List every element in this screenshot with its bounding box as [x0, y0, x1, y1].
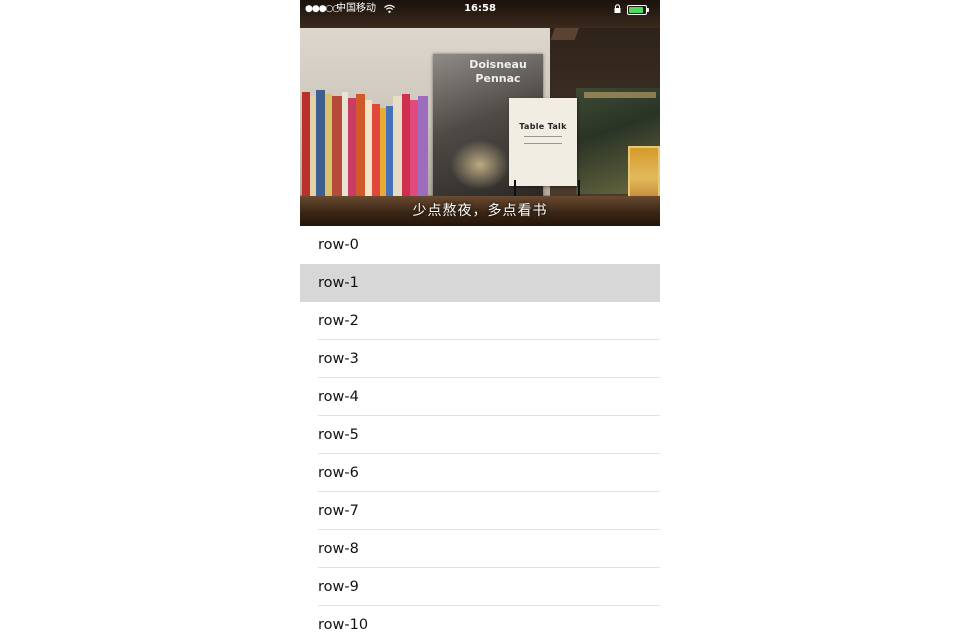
book-title: Table Talk — [519, 122, 567, 131]
book — [316, 90, 325, 196]
clock: 16:58 — [464, 3, 496, 14]
book — [302, 92, 310, 196]
poster-title-line1: Doisneau — [469, 58, 527, 71]
battery-level — [629, 7, 643, 13]
row-label: row-1 — [318, 275, 359, 291]
carrier-name: 中国移动 — [336, 3, 376, 14]
table-row[interactable]: row-0 — [300, 226, 660, 264]
table-row[interactable]: row-9 — [300, 568, 660, 606]
row-label: row-8 — [318, 541, 359, 557]
phone-screen: Doisneau Pennac Table Talk ●●●○○ 中国移动 16… — [300, 0, 660, 640]
book — [332, 96, 342, 196]
row-label: row-0 — [318, 237, 359, 253]
table-row[interactable]: row-10 — [300, 606, 660, 640]
book — [348, 98, 356, 196]
book — [393, 96, 402, 196]
wifi-icon — [384, 0, 395, 21]
table-row[interactable]: row-6 — [300, 454, 660, 492]
signal-strength-icon: ●●●○○ — [305, 4, 340, 14]
book — [356, 94, 365, 196]
book — [418, 96, 428, 196]
table-row[interactable]: row-4 — [300, 378, 660, 416]
table-row[interactable]: row-5 — [300, 416, 660, 454]
header-caption: 少点熬夜，多点看书 — [412, 203, 548, 219]
row-label: row-6 — [318, 465, 359, 481]
table-row[interactable]: row-1 — [300, 264, 660, 302]
battery-tip — [647, 8, 649, 12]
book — [402, 94, 410, 196]
frame-label — [584, 92, 656, 98]
book — [325, 94, 332, 196]
row-label: row-4 — [318, 389, 359, 405]
lamp-glow — [450, 140, 510, 190]
row-label: row-2 — [318, 313, 359, 329]
battery-icon — [627, 5, 647, 15]
poster-title-line2: Pennac — [475, 72, 521, 85]
book — [372, 104, 380, 196]
row-label: row-10 — [318, 617, 369, 633]
table-view[interactable]: row-0 row-1 row-2 row-3 row-4 row-5 row-6 row-7… — [300, 226, 660, 640]
header-image: Doisneau Pennac Table Talk ●●●○○ 中国移动 16… — [300, 0, 660, 226]
book — [386, 106, 393, 196]
book — [365, 100, 372, 196]
table-row[interactable]: row-2 — [300, 302, 660, 340]
row-label: row-7 — [318, 503, 359, 519]
row-label: row-5 — [318, 427, 359, 443]
row-label: row-9 — [318, 579, 359, 595]
table-row[interactable]: row-3 — [300, 340, 660, 378]
row-label: row-3 — [318, 351, 359, 367]
rotation-lock-icon — [614, 3, 621, 13]
poster-title: Doisneau Pennac — [458, 58, 538, 86]
status-bar: ●●●○○ 中国移动 16:58 — [300, 0, 660, 18]
table-row[interactable]: row-7 — [300, 492, 660, 530]
book — [410, 100, 418, 196]
table-row[interactable]: row-8 — [300, 530, 660, 568]
book-subtitle-lines — [524, 136, 562, 144]
